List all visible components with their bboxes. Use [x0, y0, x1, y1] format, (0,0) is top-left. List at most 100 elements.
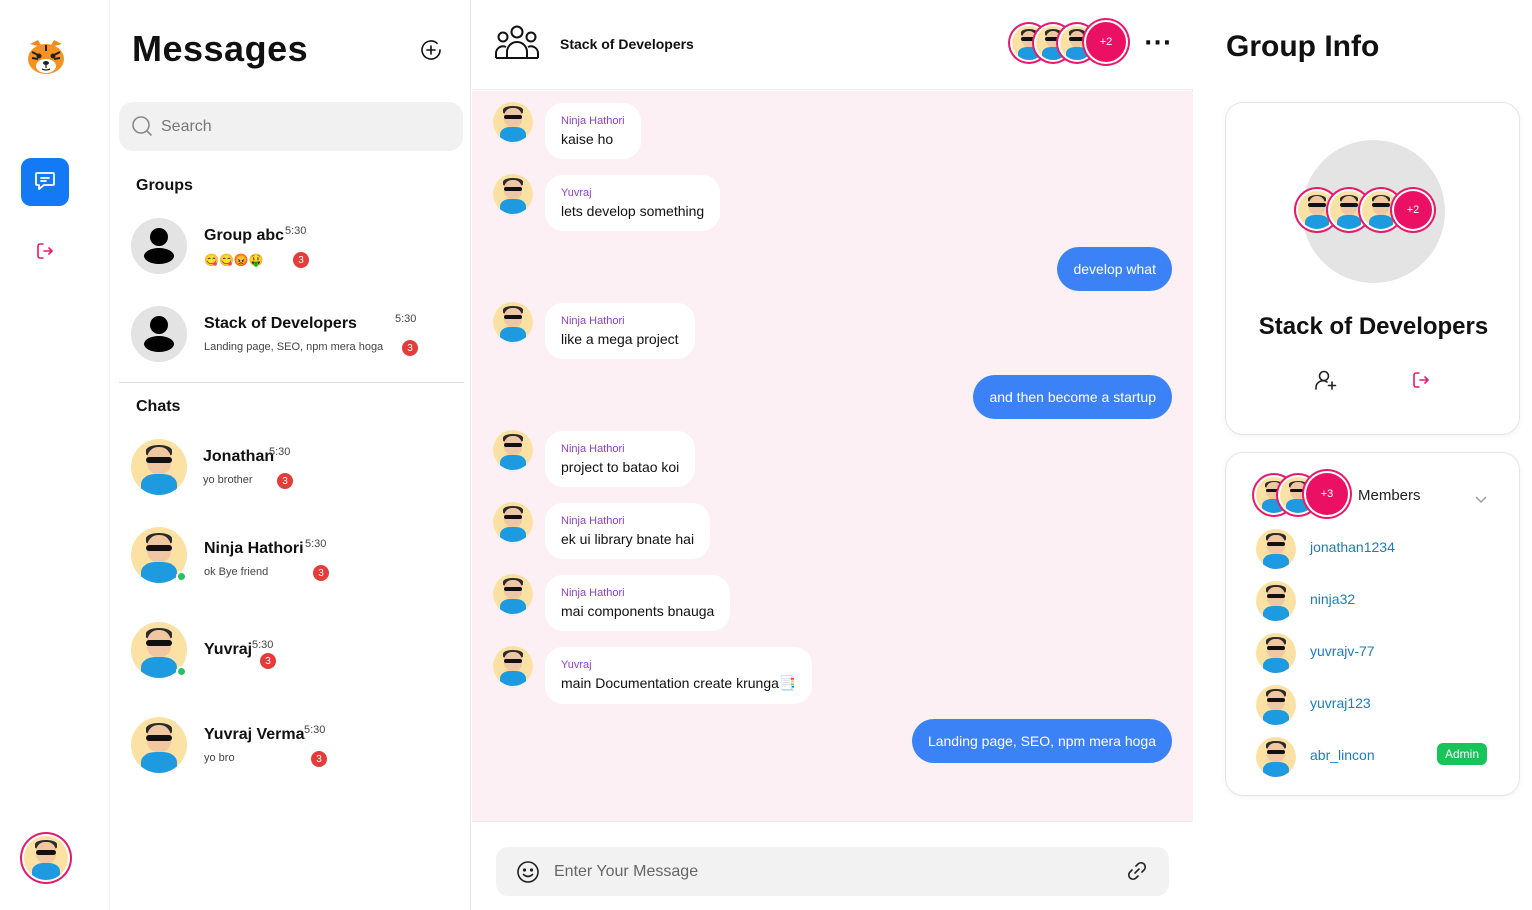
- extra-members-badge: +2: [1394, 191, 1432, 229]
- message-bubble: Ninja Hathori ek ui library bnate hai: [545, 503, 711, 559]
- group-avatar: [131, 306, 187, 362]
- sender-name: Yuvraj: [561, 659, 592, 671]
- sender-avatar: [493, 174, 533, 214]
- admin-badge: Admin: [1437, 743, 1488, 765]
- add-circle-icon[interactable]: [419, 38, 443, 62]
- message-text: project to batao koi: [561, 459, 680, 475]
- chat-item-ninja-hathori[interactable]: Ninja Hathori 5:30 ok Bye friend 3: [119, 520, 463, 590]
- emoji-icon[interactable]: [516, 860, 540, 888]
- avatar: [1256, 633, 1296, 673]
- composer[interactable]: [496, 847, 1169, 896]
- sender-avatar: [493, 502, 533, 542]
- message-text: mai components bnauga: [561, 603, 715, 619]
- chat-item-yuvraj-verma[interactable]: Yuvraj Verma 5:30 yo bro 3: [119, 710, 463, 780]
- logout-icon[interactable]: [1410, 369, 1432, 395]
- search-icon: [132, 116, 152, 136]
- group-info-panel: Group Info +2 Stack of Developers +3 Mem…: [1194, 0, 1532, 910]
- chat-item-yuvraj[interactable]: Yuvraj 5:30 3: [119, 615, 463, 685]
- member-username: ninja32: [1310, 591, 1356, 607]
- member-username: yuvrajv-77: [1310, 643, 1375, 659]
- avatar: [1256, 737, 1296, 777]
- group-info-title: Group Info: [1226, 30, 1380, 63]
- chat-item-jonathan[interactable]: Jonathan 5:30 yo brother 3: [119, 432, 463, 502]
- my-message-bubble: and then become a startup: [973, 375, 1172, 419]
- my-message-bubble: Landing page, SEO, npm mera hoga: [911, 719, 1172, 763]
- chat-header: Stack of Developers +2 ···: [472, 0, 1193, 90]
- member-row[interactable]: jonathan1234: [1256, 527, 1496, 571]
- sender-avatar: [493, 646, 533, 686]
- chat-area: Stack of Developers +2 ··· Ninja Hathori…: [472, 0, 1193, 910]
- member-username: abr_lincon: [1310, 747, 1375, 763]
- group-avatar: [131, 218, 187, 274]
- message-text: main Documentation create krunga📑: [561, 675, 797, 691]
- member-row[interactable]: ninja32: [1256, 579, 1496, 623]
- chevron-down-icon[interactable]: [1474, 489, 1488, 508]
- sender-name: Ninja Hathori: [561, 315, 625, 327]
- message-bubble: Ninja Hathori like a mega project: [545, 303, 695, 359]
- app: Messages Groups Group abc 5:30 😋😋😡🤑 3 St…: [0, 0, 1532, 910]
- member-username: jonathan1234: [1310, 539, 1395, 555]
- avatar: [1256, 685, 1296, 725]
- profile-avatar[interactable]: [24, 836, 68, 880]
- composer-bar: [472, 821, 1193, 910]
- members-label: Members: [1358, 487, 1421, 504]
- sender-name: Ninja Hathori: [561, 515, 625, 527]
- member-username: yuvraj123: [1310, 695, 1371, 711]
- logout-icon[interactable]: [34, 240, 56, 262]
- message-input[interactable]: [554, 859, 1094, 885]
- avatar: [131, 439, 187, 495]
- group-avatar: +2: [1298, 140, 1445, 283]
- member-row[interactable]: yuvrajv-77: [1256, 631, 1496, 675]
- message-bubble: Ninja Hathori kaise ho: [545, 103, 641, 159]
- group-time: 5:30: [285, 225, 307, 237]
- chat-preview: yo bro: [204, 752, 235, 764]
- group-item-group-abc[interactable]: Group abc 5:30 😋😋😡🤑 3: [119, 211, 463, 281]
- group-item-stack-of-developers[interactable]: Stack of Developers 5:30 Landing page, S…: [119, 299, 463, 369]
- chat-nav-button[interactable]: [21, 158, 69, 206]
- groups-label: Groups: [136, 177, 193, 194]
- sender-avatar: [493, 430, 533, 470]
- attach-icon[interactable]: [1126, 860, 1148, 886]
- chat-name: Jonathan: [203, 448, 275, 465]
- extra-members-badge: +3: [1306, 473, 1348, 515]
- more-icon[interactable]: ···: [1144, 33, 1172, 55]
- search-box[interactable]: [119, 102, 463, 151]
- chat-icon: [33, 168, 57, 196]
- group-name: Stack of Developers: [1258, 313, 1489, 340]
- chat-name: Yuvraj: [204, 641, 253, 658]
- unread-badge: 3: [260, 653, 276, 669]
- chat-time: 5:30: [305, 538, 327, 550]
- chat-time: 5:30: [304, 724, 326, 736]
- avatar: [1256, 581, 1296, 621]
- group-preview: Landing page, SEO, npm mera hoga: [204, 341, 384, 353]
- online-indicator: [176, 666, 187, 677]
- sender-avatar: [493, 574, 533, 614]
- sender-name: Ninja Hathori: [561, 587, 625, 599]
- tiger-logo-icon[interactable]: [26, 38, 66, 76]
- message-bubble: Ninja Hathori project to batao koi: [545, 431, 696, 487]
- add-user-icon[interactable]: [1314, 368, 1338, 396]
- unread-badge: 3: [313, 565, 329, 581]
- chat-name: Ninja Hathori: [204, 540, 304, 557]
- message-text: like a mega project: [561, 331, 679, 347]
- member-row[interactable]: abr_lincon Admin: [1256, 735, 1496, 779]
- chats-label: Chats: [136, 398, 181, 415]
- sender-name: Ninja Hathori: [561, 443, 625, 455]
- chat-name: Yuvraj Verma: [204, 726, 305, 743]
- message-bubble: Yuvraj lets develop something: [545, 175, 721, 231]
- online-indicator: [176, 571, 187, 582]
- chat-time: 5:30: [252, 639, 274, 651]
- avatar: [131, 717, 187, 773]
- divider: [119, 382, 464, 383]
- chat-title: Stack of Developers: [560, 36, 694, 52]
- unread-badge: 3: [402, 340, 418, 356]
- message-bubble: Yuvraj main Documentation create krunga📑: [545, 647, 813, 704]
- message-list: Ninja Hathori kaise ho Yuvraj lets develop…: [472, 91, 1193, 821]
- member-row[interactable]: yuvraj123: [1256, 683, 1496, 727]
- sender-avatar: [493, 302, 533, 342]
- chat-preview: ok Bye friend: [204, 566, 269, 578]
- messages-title: Messages: [132, 28, 309, 69]
- unread-badge: 3: [277, 473, 293, 489]
- chat-preview: yo brother: [203, 474, 253, 486]
- search-input[interactable]: [161, 114, 441, 140]
